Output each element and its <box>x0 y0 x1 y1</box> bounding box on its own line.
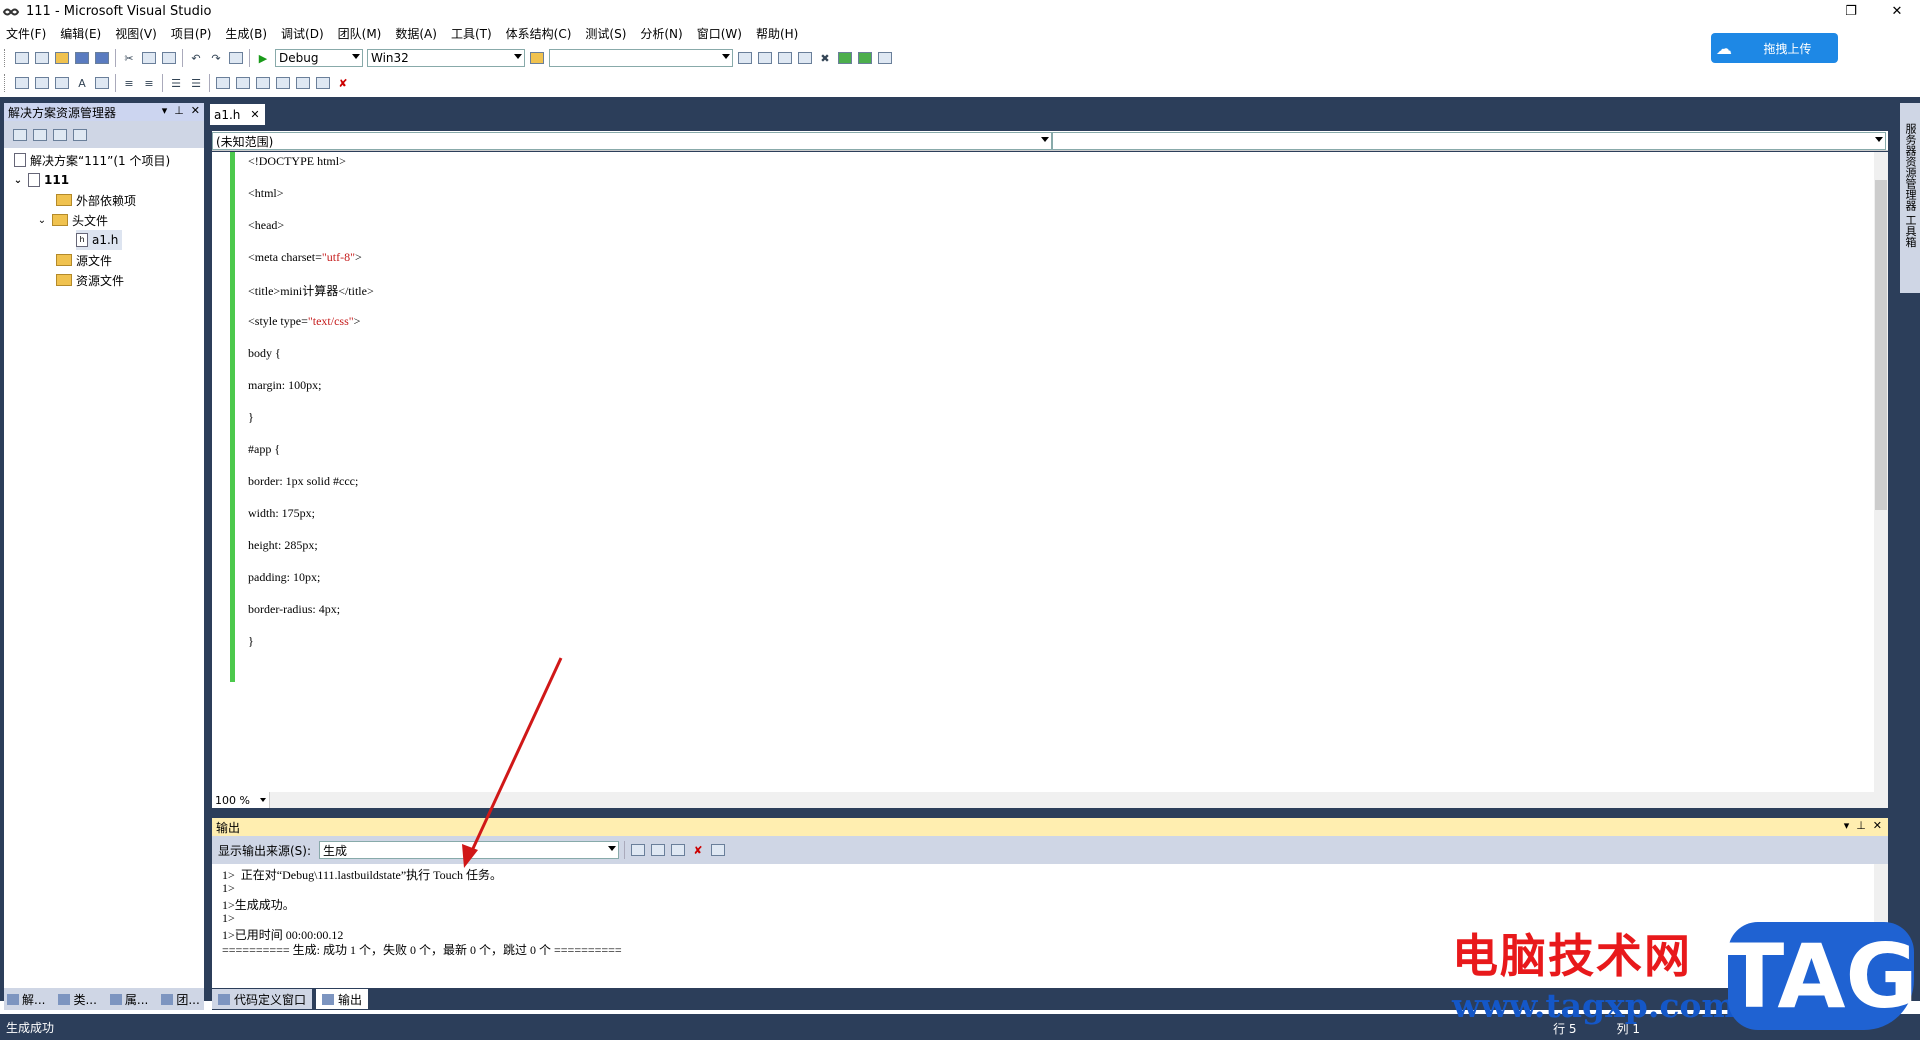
annotation-arrow <box>462 657 563 868</box>
watermark-logo: TAG <box>1724 922 1918 1030</box>
watermark-url: www.tagxp.com <box>1452 986 1737 1025</box>
watermark-text: 电脑技术网 <box>1452 929 1692 983</box>
